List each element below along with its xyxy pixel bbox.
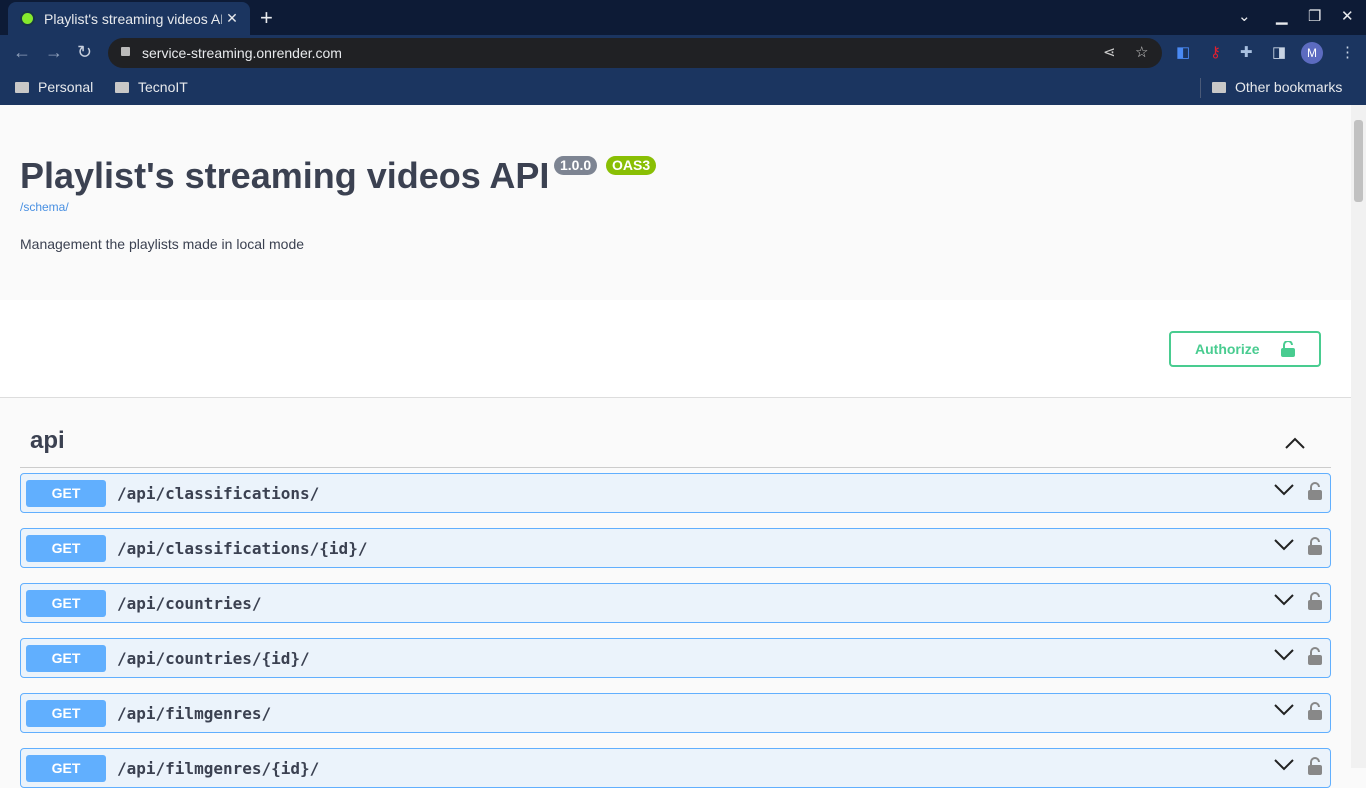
- swagger-page: Playlist's streaming videos API 1.0.0 OA…: [0, 105, 1351, 788]
- url-text: service-streaming.onrender.com: [142, 45, 342, 61]
- divider: [1200, 78, 1201, 98]
- operation-row[interactable]: GET /api/countries/{id}/: [20, 638, 1331, 678]
- method-badge: GET: [26, 755, 106, 782]
- reload-icon[interactable]: ↻: [77, 42, 92, 63]
- tag-section-api[interactable]: api: [20, 415, 1331, 468]
- tab-bar: Playlist's streaming videos API ✕ + ⌄ ▁ …: [0, 0, 1366, 35]
- chevron-down-icon[interactable]: [1274, 484, 1294, 496]
- chevron-down-icon[interactable]: [1274, 649, 1294, 661]
- back-icon[interactable]: ←: [13, 42, 31, 63]
- operation-row[interactable]: GET /api/classifications/{id}/: [20, 528, 1331, 568]
- browser-toolbar: ← → ↻ service-streaming.onrender.com ⋖ ☆…: [0, 35, 1366, 71]
- oas-badge: OAS3: [606, 156, 657, 175]
- operation-row[interactable]: GET /api/filmgenres/: [20, 693, 1331, 733]
- favicon-icon: [20, 11, 35, 26]
- operation-path: /api/classifications/{id}/: [117, 539, 368, 558]
- scrollbar-thumb[interactable]: [1354, 120, 1363, 202]
- schema-link[interactable]: /schema/: [20, 200, 69, 214]
- chevron-down-icon[interactable]: [1274, 594, 1294, 606]
- minimize-icon[interactable]: ▁: [1276, 7, 1288, 25]
- folder-icon: [115, 81, 129, 93]
- unlock-icon[interactable]: [1308, 702, 1322, 720]
- unlock-icon[interactable]: [1308, 757, 1322, 775]
- key-extension-icon[interactable]: ⚷: [1210, 43, 1221, 61]
- operation-row[interactable]: GET /api/countries/: [20, 583, 1331, 623]
- page-title: Playlist's streaming videos API: [20, 155, 550, 196]
- operation-row[interactable]: GET /api/classifications/: [20, 473, 1331, 513]
- bookmark-personal[interactable]: Personal: [15, 79, 93, 95]
- api-description: Management the playlists made in local m…: [20, 236, 305, 252]
- profile-avatar[interactable]: M: [1301, 42, 1323, 64]
- method-badge: GET: [26, 480, 106, 507]
- operation-path: /api/countries/{id}/: [117, 649, 310, 668]
- other-bookmarks[interactable]: Other bookmarks: [1212, 79, 1342, 95]
- operation-path: /api/filmgenres/: [117, 704, 272, 723]
- menu-kebab-icon[interactable]: ⋮: [1340, 43, 1355, 61]
- unlock-icon[interactable]: [1308, 647, 1322, 665]
- version-badge: 1.0.0: [554, 156, 598, 175]
- auth-section: Authorize: [0, 300, 1351, 398]
- unlock-icon[interactable]: [1308, 592, 1322, 610]
- method-badge: GET: [26, 645, 106, 672]
- side-panel-icon[interactable]: ◨: [1272, 43, 1286, 61]
- share-icon[interactable]: ⋖: [1103, 43, 1116, 61]
- tag-name: api: [30, 427, 65, 454]
- operation-row[interactable]: GET /api/filmgenres/{id}/: [20, 748, 1331, 788]
- chevron-up-icon[interactable]: [1285, 437, 1305, 449]
- method-badge: GET: [26, 700, 106, 727]
- method-badge: GET: [26, 535, 106, 562]
- operation-path: /api/countries/: [117, 594, 262, 613]
- bookmarks-bar: Personal TecnoIT Other bookmarks: [0, 71, 1366, 105]
- folder-icon: [1212, 81, 1226, 93]
- authorize-button[interactable]: Authorize: [1169, 331, 1321, 367]
- unlock-icon[interactable]: [1308, 537, 1322, 555]
- operation-path: /api/classifications/: [117, 484, 320, 503]
- browser-tab[interactable]: Playlist's streaming videos API ✕: [8, 2, 250, 35]
- scrollbar[interactable]: [1351, 105, 1366, 768]
- chevron-down-icon[interactable]: [1274, 704, 1294, 716]
- bookmark-star-icon[interactable]: ☆: [1135, 43, 1148, 61]
- method-badge: GET: [26, 590, 106, 617]
- operation-path: /api/filmgenres/{id}/: [117, 759, 320, 778]
- bookmark-tecnoit[interactable]: TecnoIT: [115, 79, 188, 95]
- chevron-down-icon[interactable]: [1274, 759, 1294, 771]
- folder-icon: [15, 81, 29, 93]
- close-tab-icon[interactable]: ✕: [222, 10, 242, 27]
- maximize-icon[interactable]: ❐: [1308, 7, 1321, 25]
- chevron-down-icon[interactable]: [1274, 539, 1294, 551]
- unlock-icon[interactable]: [1308, 482, 1322, 500]
- unlock-icon: [1281, 341, 1295, 357]
- close-window-icon[interactable]: ✕: [1341, 7, 1354, 25]
- extensions-puzzle-icon[interactable]: ✚: [1240, 43, 1253, 61]
- tab-title: Playlist's streaming videos API: [44, 10, 222, 27]
- tab-search-icon[interactable]: ⌄: [1238, 7, 1251, 25]
- lock-icon: [121, 47, 130, 56]
- new-tab-icon[interactable]: +: [260, 5, 273, 31]
- forward-icon[interactable]: →: [45, 42, 63, 63]
- extension-tag-icon[interactable]: ◧: [1176, 43, 1190, 61]
- address-bar[interactable]: service-streaming.onrender.com ⋖ ☆: [108, 38, 1162, 68]
